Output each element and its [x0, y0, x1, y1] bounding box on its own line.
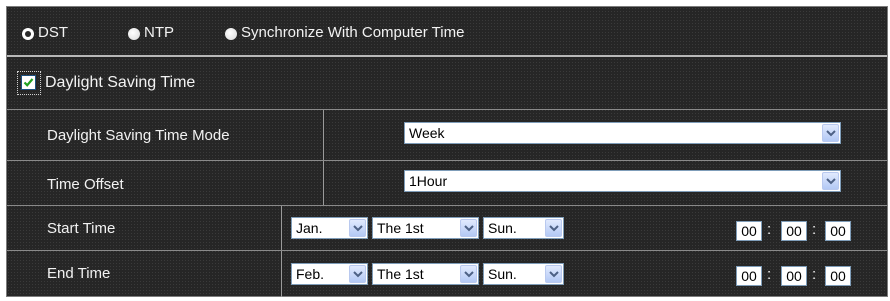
chevron-down-icon[interactable]: [349, 265, 366, 283]
end-hour-input[interactable]: 00: [736, 266, 762, 286]
start-day-select[interactable]: Sun.: [483, 217, 564, 239]
radio-sync-computer-time[interactable]: [225, 28, 237, 40]
start-second-input[interactable]: 00: [825, 221, 851, 241]
end-time-row: End Time Feb. The 1st Sun. 00 : 00 : 00: [7, 251, 887, 297]
start-time-row: Start Time Jan. The 1st Sun. 00 : 00 : 0…: [7, 206, 887, 251]
time-separator: :: [812, 221, 817, 238]
end-day-value: Sun.: [488, 266, 517, 282]
end-time-label: End Time: [47, 265, 111, 282]
start-month-value: Jan.: [296, 220, 323, 236]
start-minute-input[interactable]: 00: [781, 221, 807, 241]
dst-mode-select[interactable]: Week: [404, 122, 841, 144]
chevron-down-icon[interactable]: [545, 265, 562, 283]
chevron-down-icon[interactable]: [822, 124, 839, 142]
start-time-label: Start Time: [47, 220, 116, 237]
checkmark-icon: [23, 78, 34, 87]
end-minute-input[interactable]: 00: [781, 266, 807, 286]
dst-mode-value: Week: [409, 125, 445, 141]
time-offset-value: 1Hour: [409, 173, 448, 189]
end-week-select[interactable]: The 1st: [372, 263, 479, 285]
radio-dst-label[interactable]: DST: [38, 24, 68, 41]
chevron-down-icon[interactable]: [460, 265, 477, 283]
column-divider: [281, 206, 282, 250]
start-hour-input[interactable]: 00: [736, 221, 762, 241]
sync-mode-row: DST NTP Synchronize With Computer Time: [7, 7, 887, 57]
start-day-value: Sun.: [488, 220, 517, 236]
start-week-select[interactable]: The 1st: [372, 217, 479, 239]
end-week-value: The 1st: [377, 266, 424, 282]
time-offset-select[interactable]: 1Hour: [404, 170, 841, 192]
radio-sync-computer-time-label[interactable]: Synchronize With Computer Time: [241, 24, 464, 41]
end-second-input[interactable]: 00: [825, 266, 851, 286]
column-divider: [281, 251, 282, 297]
radio-ntp-label[interactable]: NTP: [144, 24, 174, 41]
time-separator: :: [812, 266, 817, 283]
end-day-select[interactable]: Sun.: [483, 263, 564, 285]
time-offset-label: Time Offset: [47, 176, 124, 193]
end-month-select[interactable]: Feb.: [291, 263, 368, 285]
dst-checkbox-label[interactable]: Daylight Saving Time: [45, 74, 195, 92]
dst-mode-label: Daylight Saving Time Mode: [47, 127, 230, 144]
start-week-value: The 1st: [377, 220, 424, 236]
end-month-value: Feb.: [296, 266, 325, 282]
radio-dst[interactable]: [22, 28, 34, 40]
column-divider: [323, 110, 324, 160]
column-divider: [323, 161, 324, 205]
start-month-select[interactable]: Jan.: [291, 217, 368, 239]
dst-mode-row: Daylight Saving Time Mode Week: [7, 110, 887, 161]
dst-enable-row: Daylight Saving Time: [7, 57, 887, 110]
chevron-down-icon[interactable]: [545, 219, 562, 237]
chevron-down-icon[interactable]: [822, 172, 839, 190]
daylight-saving-settings-panel: DST NTP Synchronize With Computer Time D…: [6, 6, 888, 297]
radio-ntp[interactable]: [128, 28, 140, 40]
dst-checkbox[interactable]: [21, 75, 36, 90]
time-offset-row: Time Offset 1Hour: [7, 161, 887, 206]
chevron-down-icon[interactable]: [460, 219, 477, 237]
time-separator: :: [767, 221, 772, 238]
chevron-down-icon[interactable]: [349, 219, 366, 237]
time-separator: :: [767, 266, 772, 283]
